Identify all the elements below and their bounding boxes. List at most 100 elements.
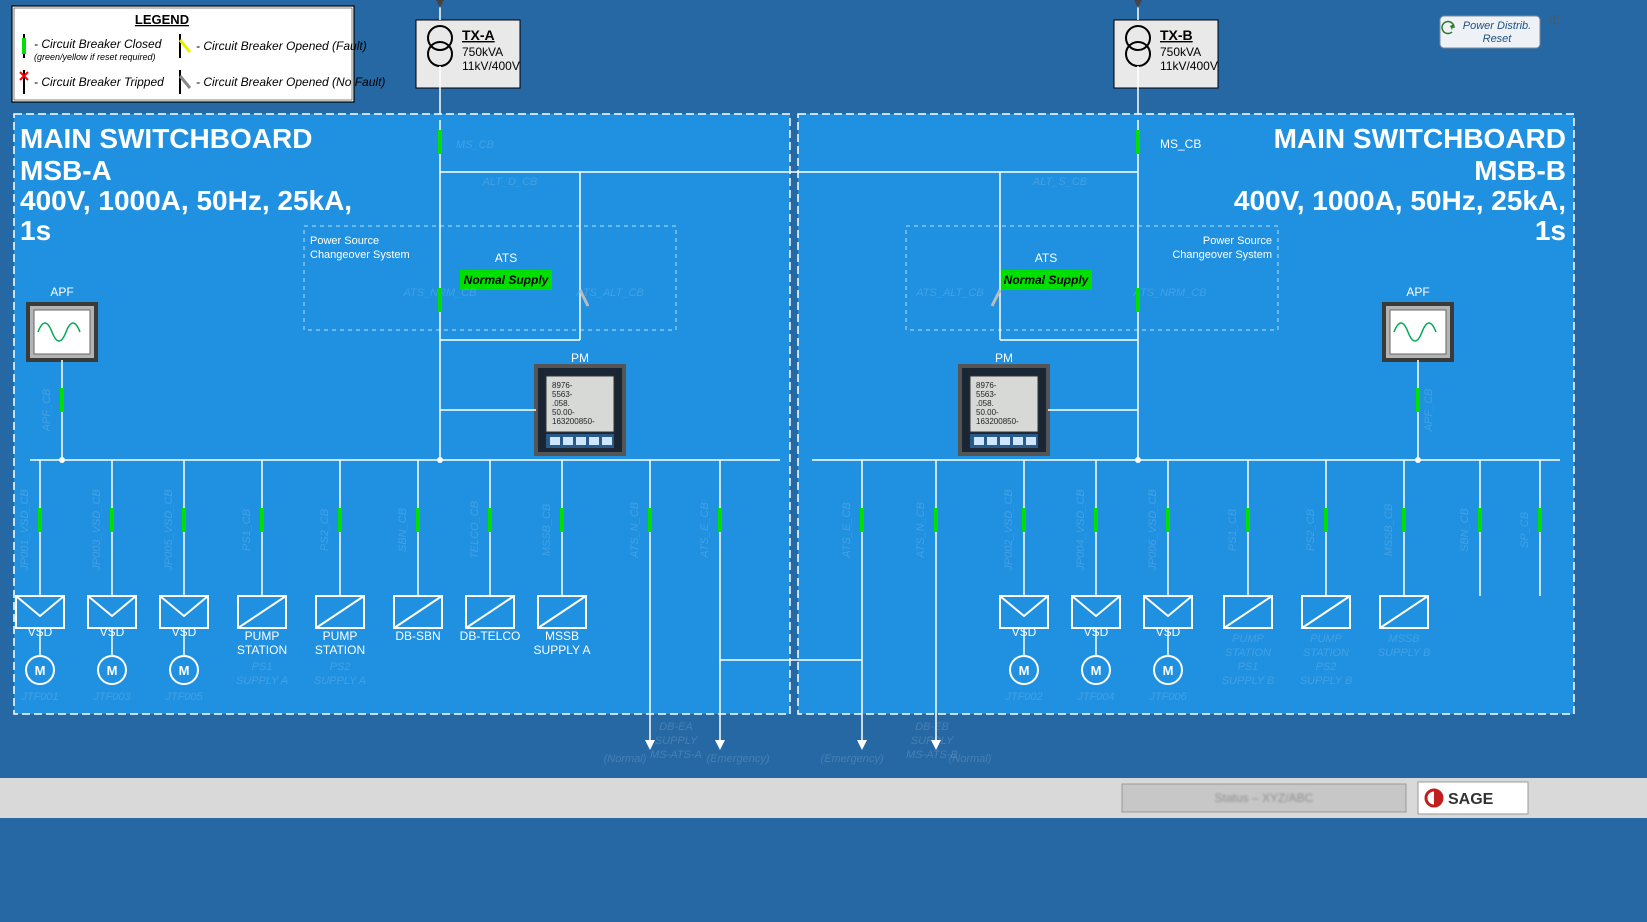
legend-closed-sub: (green/yellow if reset required) [34, 52, 156, 62]
msb-b-panel: MAIN SWITCHBOARD MSB-B 400V, 1000A, 50Hz… [798, 114, 1574, 750]
svg-text:SBN_CB: SBN_CB [397, 508, 409, 552]
svg-text:(Normal): (Normal) [604, 753, 647, 765]
svg-text:JP005_VSD_CB: JP005_VSD_CB [163, 489, 175, 571]
svg-text:MS_CB: MS_CB [456, 139, 494, 151]
key-icon: ⚿ [1550, 13, 1559, 27]
svg-text:SUPPLY B: SUPPLY B [1300, 675, 1353, 687]
apf-a-label: APF [50, 285, 73, 299]
ats-a-label: ATS [495, 251, 517, 265]
svg-text:SP_CB: SP_CB [1519, 512, 1531, 548]
svg-text:STATION: STATION [237, 643, 287, 657]
reset-label-2: Reset [1483, 33, 1513, 45]
msb-b-title3: 400V, 1000A, 50Hz, 25kA, [1234, 185, 1566, 216]
svg-text:STATION: STATION [315, 643, 365, 657]
svg-text:DB-EB: DB-EB [915, 721, 949, 733]
ats-b-text: Normal Supply [1004, 273, 1090, 287]
tx-b-spec1: 750kVA [1160, 45, 1201, 59]
svg-text:PUMP: PUMP [323, 629, 358, 643]
svg-text:ATS_E_CB: ATS_E_CB [699, 502, 711, 558]
ats-b-label: ATS [1035, 251, 1057, 265]
svg-text:PUMP: PUMP [245, 629, 280, 643]
svg-text:JP001_VSD_CB: JP001_VSD_CB [19, 489, 31, 571]
msb-a-title3: 400V, 1000A, 50Hz, 25kA, [20, 185, 352, 216]
svg-text:ALT_D_CB: ALT_D_CB [482, 176, 538, 188]
legend-tripped: - Circuit Breaker Tripped [34, 75, 164, 89]
legend-opened-nofault: - Circuit Breaker Opened (No Fault) [196, 75, 385, 89]
svg-text:JTF004: JTF004 [1076, 691, 1114, 703]
svg-text:JP003_VSD_CB: JP003_VSD_CB [91, 489, 103, 571]
svg-text:JTF002: JTF002 [1004, 691, 1042, 703]
apf-b-label: APF [1406, 285, 1429, 299]
svg-text:MSSB: MSSB [545, 629, 579, 643]
svg-text:JTF005: JTF005 [164, 691, 203, 703]
pcs-a-1: Power Source [310, 235, 379, 247]
msb-a-title2: MSB-A [20, 155, 112, 186]
legend-closed: - Circuit Breaker Closed [34, 37, 162, 51]
svg-text:SUPPLY B: SUPPLY B [1222, 675, 1275, 687]
brand-text: SAGE [1448, 791, 1494, 808]
svg-text:SUPPLY: SUPPLY [911, 735, 954, 747]
svg-text:TELCO_CB: TELCO_CB [469, 501, 481, 559]
svg-text:APF_CB: APF_CB [41, 389, 53, 433]
svg-text:MSSB_CB: MSSB_CB [541, 504, 553, 557]
pm-b-label: PM [995, 351, 1013, 365]
svg-text:ATS_N_CB: ATS_N_CB [629, 502, 641, 559]
pcs-b-1: Power Source [1203, 235, 1272, 247]
msb-a-title1: MAIN SWITCHBOARD [20, 123, 312, 154]
legend-panel: LEGEND - Circuit Breaker Closed (green/y… [12, 6, 385, 102]
svg-text:PS1: PS1 [252, 661, 273, 673]
svg-text:SUPPLY A: SUPPLY A [534, 643, 591, 657]
msb-a-title4: 1s [20, 215, 51, 246]
apf-b[interactable] [1384, 304, 1452, 360]
svg-text:PS2_CB: PS2_CB [1305, 509, 1317, 551]
svg-text:JTF006: JTF006 [1148, 691, 1187, 703]
svg-text:JP002_VSD_CB: JP002_VSD_CB [1003, 489, 1015, 571]
svg-text:SUPPLY: SUPPLY [655, 735, 698, 747]
svg-text:(Emergency): (Emergency) [707, 753, 770, 765]
svg-text:DB-SBN: DB-SBN [395, 629, 440, 643]
msb-b-title4: 1s [1535, 215, 1566, 246]
tx-b-spec2: 11kV/400V [1160, 59, 1218, 73]
svg-text:ATS_NRM_CB: ATS_NRM_CB [1132, 287, 1206, 299]
svg-text:PS1: PS1 [1238, 661, 1259, 673]
svg-text:STATION: STATION [1303, 647, 1349, 659]
tx-a-spec2: 11kV/400V [462, 59, 520, 73]
pcs-a-2: Changeover System [310, 249, 410, 261]
svg-text:MSSB: MSSB [1388, 633, 1419, 645]
svg-text:JP004_VSD_CB: JP004_VSD_CB [1075, 489, 1087, 571]
svg-text:MSSB_CB: MSSB_CB [1383, 504, 1395, 557]
svg-text:ATS_ALT_CB: ATS_ALT_CB [575, 287, 643, 299]
legend-title: LEGEND [135, 12, 189, 27]
tx-a-spec1: 750kVA [462, 45, 503, 59]
ats-a-text: Normal Supply [464, 273, 550, 287]
tx-a-name: TX-A [462, 27, 495, 43]
svg-text:JTF003: JTF003 [92, 691, 131, 703]
svg-text:PS2: PS2 [330, 661, 351, 673]
power-meter-b[interactable] [960, 366, 1048, 454]
svg-text:ATS_ALT_CB: ATS_ALT_CB [915, 287, 983, 299]
svg-text:(Normal): (Normal) [949, 753, 992, 765]
msb-a-panel: MAIN SWITCHBOARD MSB-A 400V, 1000A, 50Hz… [14, 114, 790, 750]
svg-text:(Emergency): (Emergency) [821, 753, 884, 765]
sage-logo: SAGE [1418, 782, 1528, 814]
tx-b-name: TX-B [1160, 27, 1193, 43]
svg-text:PS2_CB: PS2_CB [319, 509, 331, 551]
svg-text:PUMP: PUMP [1232, 633, 1264, 645]
svg-text:ALT_S_CB: ALT_S_CB [1032, 176, 1087, 188]
svg-text:DB-EA: DB-EA [659, 721, 693, 733]
svg-text:PS2: PS2 [1316, 661, 1337, 673]
svg-text:ATS_N_CB: ATS_N_CB [915, 502, 927, 559]
svg-text:PUMP: PUMP [1310, 633, 1342, 645]
power-meter-a[interactable] [536, 366, 624, 454]
svg-text:SUPPLY A: SUPPLY A [236, 675, 288, 687]
svg-text:SBN_CB: SBN_CB [1459, 508, 1471, 552]
reset-label-1: Power Distrib. [1463, 20, 1531, 32]
svg-text:SUPPLY B: SUPPLY B [1378, 647, 1431, 659]
apf-a[interactable] [28, 304, 96, 360]
svg-text:JTF001: JTF001 [20, 691, 58, 703]
svg-text:PS1_CB: PS1_CB [1227, 509, 1239, 551]
svg-text:ATS_E_CB: ATS_E_CB [841, 502, 853, 558]
status-text: Status – XYZ/ABC [1215, 791, 1314, 805]
svg-text:STATION: STATION [1225, 647, 1271, 659]
svg-text:SUPPLY A: SUPPLY A [314, 675, 366, 687]
